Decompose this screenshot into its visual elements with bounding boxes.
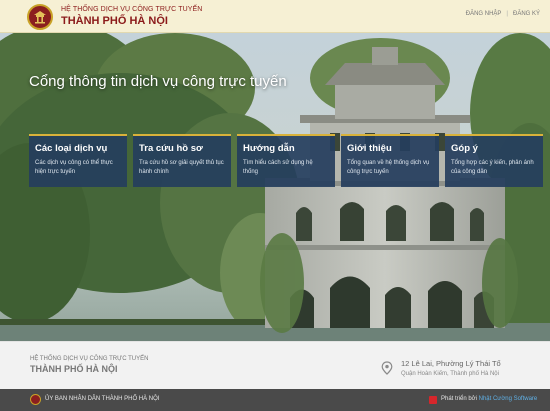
- guide-card[interactable]: Hướng dẫn Tìm hiểu cách sử dụng hệ thống: [237, 134, 335, 187]
- brand-title: THÀNH PHỐ HÀ NỘI: [61, 15, 168, 27]
- footer-brand-title: THÀNH PHỐ HÀ NỘI: [30, 364, 118, 374]
- developer-logo-icon: [429, 396, 437, 404]
- hero-title: Cổng thông tin dịch vụ công trực tuyến: [29, 73, 287, 90]
- address-street: 12 Lê Lai, Phường Lý Thái Tổ: [401, 359, 501, 368]
- city-emblem-icon: [30, 394, 41, 405]
- card-description: Tổng quan về hệ thống dịch vụ công trực …: [347, 160, 430, 175]
- dossier-lookup-card[interactable]: Tra cứu hồ sơ Tra cứu hồ sơ giải quyết t…: [133, 134, 231, 187]
- auth-divider: |: [506, 11, 508, 17]
- address-district: Quận Hoàn Kiếm, Thành phố Hà Nội: [401, 371, 499, 377]
- developer-link[interactable]: Nhật Cường Software: [479, 396, 538, 402]
- login-link[interactable]: ĐĂNG NHẬP: [466, 11, 502, 17]
- site-brand[interactable]: HỆ THỐNG DỊCH VỤ CÔNG TRỰC TUYẾN THÀNH P…: [61, 6, 202, 28]
- card-title: Góp ý: [451, 143, 478, 154]
- developed-by-label: Phát triển bởi: [441, 396, 477, 402]
- service-types-card[interactable]: Các loại dịch vụ Các dịch vụ công có thể…: [29, 134, 127, 187]
- card-title: Giới thiệu: [347, 143, 392, 154]
- temple-icon: [34, 11, 46, 24]
- card-description: Tổng hợp các ý kiến, phản ánh của công d…: [451, 160, 534, 175]
- feedback-card[interactable]: Góp ý Tổng hợp các ý kiến, phản ánh của …: [445, 134, 543, 187]
- card-title: Các loại dịch vụ: [35, 143, 108, 154]
- hero-banner: Cổng thông tin dịch vụ công trực tuyến C…: [0, 33, 550, 341]
- card-title: Tra cứu hồ sơ: [139, 143, 203, 154]
- developer-credit: Phát triển bởi Nhật Cường Software: [441, 396, 537, 402]
- site-footer: HỆ THỐNG DỊCH VỤ CÔNG TRỰC TUYẾN THÀNH P…: [0, 341, 550, 389]
- register-link[interactable]: ĐĂNG KÝ: [513, 11, 540, 17]
- committee-name: ỦY BAN NHÂN DÂN THÀNH PHỐ HÀ NỘI: [45, 396, 160, 402]
- card-description: Tra cứu hồ sơ giải quyết thủ tục hành ch…: [139, 160, 224, 175]
- footer-brand-subtitle: HỆ THỐNG DỊCH VỤ CÔNG TRỰC TUYẾN: [30, 356, 149, 362]
- auth-links: ĐĂNG NHẬP | ĐĂNG KÝ: [466, 11, 540, 17]
- card-title: Hướng dẫn: [243, 143, 295, 154]
- introduction-card[interactable]: Giới thiệu Tổng quan về hệ thống dịch vụ…: [341, 134, 439, 187]
- card-description: Tìm hiểu cách sử dụng hệ thống: [243, 160, 313, 175]
- site-header: HỆ THỐNG DỊCH VỤ CÔNG TRỰC TUYẾN THÀNH P…: [0, 0, 550, 33]
- card-description: Các dịch vụ công có thể thực hiện trực t…: [35, 160, 113, 175]
- brand-subtitle: HỆ THỐNG DỊCH VỤ CÔNG TRỰC TUYẾN: [61, 6, 203, 13]
- bottom-bar: ỦY BAN NHÂN DÂN THÀNH PHỐ HÀ NỘI Phát tr…: [0, 389, 550, 411]
- city-emblem-logo[interactable]: [27, 4, 53, 30]
- map-pin-icon: [381, 361, 393, 375]
- footer-address: 12 Lê Lai, Phường Lý Thái Tổ Quận Hoàn K…: [401, 359, 501, 378]
- footer-brand: HỆ THỐNG DỊCH VỤ CÔNG TRỰC TUYẾN THÀNH P…: [30, 356, 148, 375]
